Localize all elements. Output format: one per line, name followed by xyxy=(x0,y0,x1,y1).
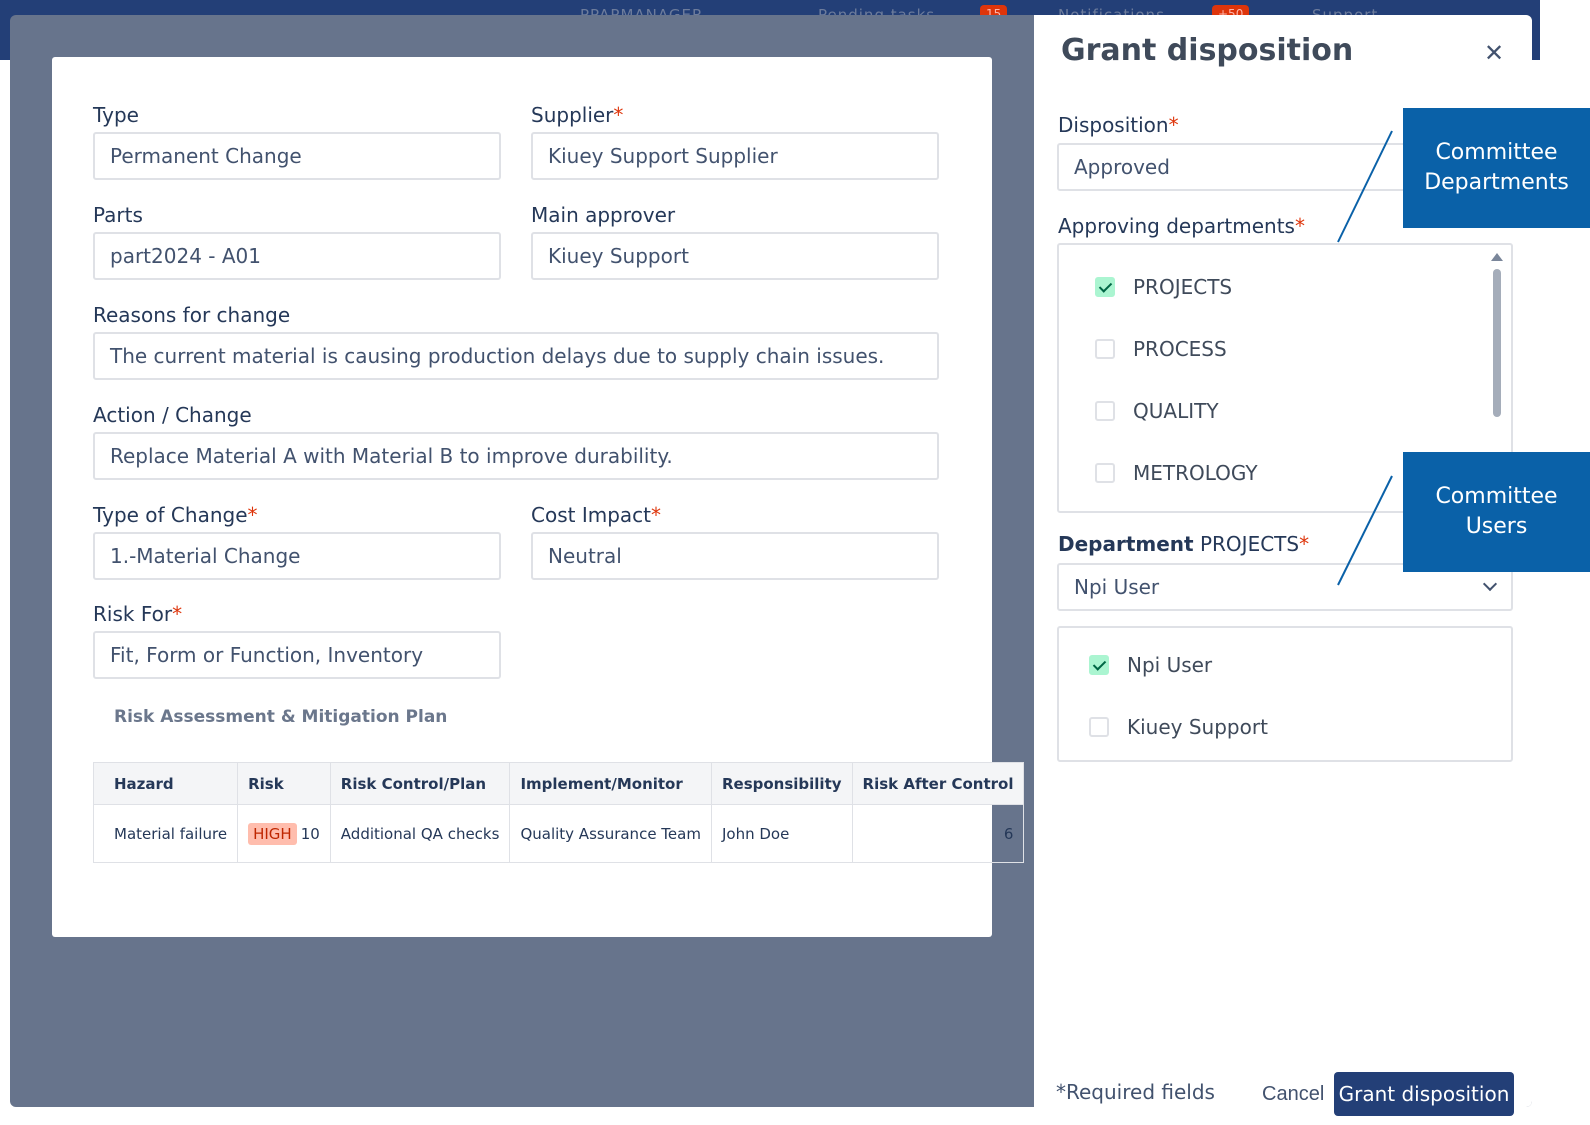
department-option-process[interactable]: PROCESS xyxy=(1095,334,1227,364)
risk-level-lozenge: HIGH xyxy=(248,822,297,845)
department-option-quality[interactable]: QUALITY xyxy=(1095,396,1219,426)
user-option-label: Kiuey Support xyxy=(1127,715,1268,739)
main-approver-field: Main approver Kiuey Support xyxy=(531,200,939,280)
committee-users-list[interactable]: Npi User Kiuey Support xyxy=(1057,626,1513,762)
parts-label: Parts xyxy=(93,203,143,227)
type-input[interactable]: Permanent Change xyxy=(93,132,501,180)
header-risk: Risk xyxy=(237,762,331,805)
user-option-kiuey-support[interactable]: Kiuey Support xyxy=(1089,712,1268,742)
grant-disposition-button[interactable]: Grant disposition xyxy=(1334,1072,1514,1116)
department-option-label: PROCESS xyxy=(1133,337,1227,361)
checkbox-checked-icon[interactable] xyxy=(1089,655,1109,675)
cost-impact-field: Cost Impact* Neutral xyxy=(531,500,939,580)
type-of-change-field: Type of Change* 1.-Material Change xyxy=(93,500,501,580)
checkbox-unchecked-icon[interactable] xyxy=(1089,717,1109,737)
risk-table: Hazard Risk Risk Control/Plan Implement/… xyxy=(92,762,1025,863)
supplier-label: Supplier* xyxy=(531,103,624,127)
committee-users-callout: Committee Users xyxy=(1403,452,1590,572)
required-fields-note: *Required fields xyxy=(1056,1080,1215,1104)
header-implement-monitor: Implement/Monitor xyxy=(509,762,712,805)
department-option-projects[interactable]: PROJECTS xyxy=(1095,272,1232,302)
reasons-input[interactable]: The current material is causing producti… xyxy=(93,332,939,380)
user-option-npi-user[interactable]: Npi User xyxy=(1089,650,1212,680)
disposition-label: Disposition* xyxy=(1058,113,1179,137)
type-field: Type Permanent Change xyxy=(93,100,501,180)
main-approver-input[interactable]: Kiuey Support xyxy=(531,232,939,280)
department-option-metrology[interactable]: METROLOGY xyxy=(1095,458,1258,488)
department-user-select-value: Npi User xyxy=(1074,575,1160,599)
parts-input[interactable]: part2024 - A01 xyxy=(93,232,501,280)
approving-departments-label: Approving departments* xyxy=(1058,214,1305,238)
department-projects-label: Department PROJECTS* xyxy=(1058,532,1310,556)
header-hazard: Hazard xyxy=(92,762,239,805)
parts-field: Parts part2024 - A01 xyxy=(93,200,501,280)
scroll-up-arrow-icon[interactable] xyxy=(1491,253,1503,261)
checkbox-checked-icon[interactable] xyxy=(1095,277,1115,297)
risk-for-input[interactable]: Fit, Form or Function, Inventory xyxy=(93,631,501,679)
reasons-field: Reasons for change The current material … xyxy=(93,300,939,380)
cell-hazard: Material failure xyxy=(92,804,239,863)
change-details-modal: Type Permanent Change Supplier* Kiuey Su… xyxy=(52,57,1025,937)
type-of-change-label: Type of Change* xyxy=(93,503,258,527)
type-of-change-input[interactable]: 1.-Material Change xyxy=(93,532,501,580)
close-icon[interactable]: ✕ xyxy=(1480,39,1508,67)
cell-risk: HIGH 10 xyxy=(237,804,331,863)
action-change-input[interactable]: Replace Material A with Material B to im… xyxy=(93,432,939,480)
checkbox-unchecked-icon[interactable] xyxy=(1095,339,1115,359)
chevron-down-icon xyxy=(1482,576,1498,592)
department-option-label: QUALITY xyxy=(1133,399,1219,423)
department-option-label: PROJECTS xyxy=(1133,275,1233,299)
risk-for-label: Risk For* xyxy=(93,602,183,626)
user-option-label: Npi User xyxy=(1127,653,1213,677)
supplier-input[interactable]: Kiuey Support Supplier xyxy=(531,132,939,180)
supplier-field: Supplier* Kiuey Support Supplier xyxy=(531,100,939,180)
cell-risk-control: Additional QA checks xyxy=(329,804,511,863)
checkbox-unchecked-icon[interactable] xyxy=(1095,463,1115,483)
reasons-label: Reasons for change xyxy=(93,303,291,327)
cost-impact-label: Cost Impact* xyxy=(531,503,661,527)
action-change-label: Action / Change xyxy=(93,403,252,427)
risk-table-header-row: Hazard Risk Risk Control/Plan Implement/… xyxy=(92,762,1025,805)
header-risk-control: Risk Control/Plan xyxy=(329,762,511,805)
table-row: Material failure HIGH 10 Additional QA ch… xyxy=(92,804,1025,863)
header-responsibility: Responsibility xyxy=(710,762,853,805)
scrollbar-thumb[interactable] xyxy=(1493,269,1501,417)
cell-implement-monitor: Quality Assurance Team xyxy=(509,804,712,863)
cell-risk-after-control: 6 xyxy=(851,804,1025,863)
action-change-field: Action / Change Replace Material A with … xyxy=(93,400,939,480)
checkbox-unchecked-icon[interactable] xyxy=(1095,401,1115,421)
cell-responsibility: John Doe xyxy=(710,804,853,863)
department-option-label: METROLOGY xyxy=(1133,461,1258,485)
risk-score: 10 xyxy=(300,824,320,843)
main-approver-label: Main approver xyxy=(531,203,676,227)
committee-departments-callout: Committee Departments xyxy=(1403,108,1590,228)
header-risk-after-control: Risk After Control xyxy=(851,762,1025,805)
cancel-button[interactable]: Cancel xyxy=(1252,1072,1334,1116)
drawer-title: Grant disposition xyxy=(1061,33,1354,68)
type-label: Type xyxy=(93,103,139,127)
cost-impact-input[interactable]: Neutral xyxy=(531,532,939,580)
risk-for-field: Risk For* Fit, Form or Function, Invento… xyxy=(93,599,501,679)
risk-section-title: Risk Assessment & Mitigation Plan xyxy=(114,707,448,727)
